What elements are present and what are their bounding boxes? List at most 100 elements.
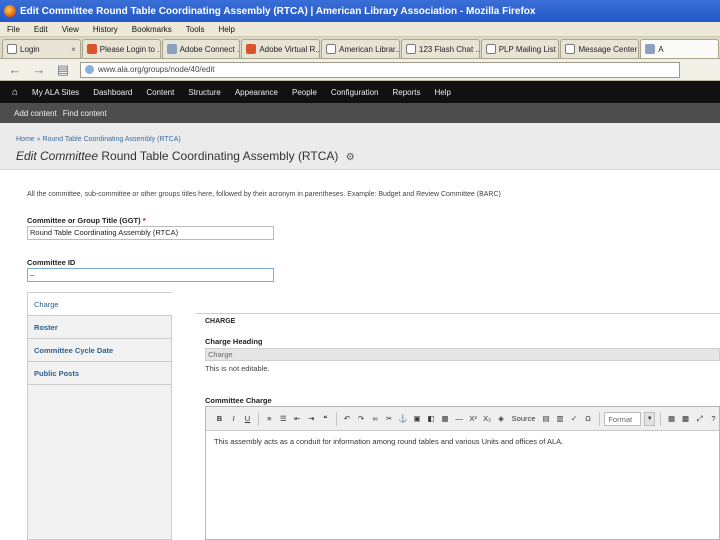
back-arrow-icon[interactable]: ← xyxy=(6,62,24,78)
site-identity-icon[interactable] xyxy=(85,65,94,74)
browser-tab[interactable]: Please Login to ... × xyxy=(81,39,161,58)
show-blocks-icon[interactable]: ▩ xyxy=(680,412,691,425)
flash-icon[interactable]: ◧ xyxy=(426,412,437,425)
table-icon[interactable]: ▦ xyxy=(440,412,451,425)
chevron-down-icon[interactable]: ▼ xyxy=(644,411,656,426)
menu-history[interactable]: History xyxy=(86,25,125,34)
browser-tab[interactable]: Adobe Connect ... × xyxy=(161,39,241,58)
admin-link-dashboard[interactable]: Dashboard xyxy=(93,88,132,97)
editor-content[interactable]: This assembly acts as a conduit for info… xyxy=(206,431,719,452)
menu-help[interactable]: Help xyxy=(211,25,241,34)
browser-tab-label: A xyxy=(658,44,664,54)
toolbar-divider xyxy=(660,411,662,426)
page-icon xyxy=(565,44,576,54)
maximize-icon[interactable]: ⤢ xyxy=(694,412,705,425)
admin-toolbar: ⌂ My ALA Sites Dashboard Content Structu… xyxy=(0,81,720,103)
firefox-logo-icon xyxy=(4,5,16,17)
editor-toolbar: B I U ≡ ☰ ⇤ ⇥ ❝ ↶ ↷ ∞ ✂ ⚓ ▣ ◧ ▦ ― X² X₂ … xyxy=(206,407,719,431)
admin-link-configuration[interactable]: Configuration xyxy=(331,88,379,97)
admin-link-my-ala-sites[interactable]: My ALA Sites xyxy=(32,88,79,97)
browser-tab[interactable]: Message Center ... × xyxy=(560,39,640,58)
bulleted-list-icon[interactable]: ☰ xyxy=(278,412,289,425)
charge-pane-title: CHARGE xyxy=(205,318,236,325)
page-icon xyxy=(7,44,17,54)
shortcut-find-content[interactable]: Find content xyxy=(63,109,107,118)
committee-id-input[interactable]: – xyxy=(27,268,274,282)
forward-arrow-icon[interactable]: → xyxy=(30,62,48,78)
format-select[interactable]: Format xyxy=(604,411,642,426)
committee-charge-label: Committee Charge xyxy=(205,396,272,405)
title-field-label: Committee or Group Title (GGT) * xyxy=(27,216,146,225)
charge-heading-input: Charge xyxy=(205,348,720,361)
italic-button[interactable]: I xyxy=(228,412,239,425)
bold-button[interactable]: B xyxy=(214,412,225,425)
breadcrumb[interactable]: Home » Round Table Coordinating Assembly… xyxy=(16,136,181,143)
menu-view[interactable]: View xyxy=(55,25,86,34)
menu-edit[interactable]: Edit xyxy=(27,25,55,34)
about-icon[interactable]: ? xyxy=(708,412,719,425)
toolbar-divider xyxy=(598,411,600,426)
vertical-tab-charge[interactable]: Charge xyxy=(28,293,172,316)
browser-tab-label: Login xyxy=(20,44,40,54)
undo-icon[interactable]: ↶ xyxy=(342,412,353,425)
page-icon xyxy=(246,44,257,54)
vertical-tab-roster[interactable]: Roster xyxy=(28,316,171,339)
page-title: Edit Committee Round Table Coordinating … xyxy=(16,149,355,163)
browser-tab[interactable]: Login × xyxy=(2,39,81,58)
link-icon[interactable]: ∞ xyxy=(370,412,381,425)
window-title: Edit Committee Round Table Coordinating … xyxy=(20,5,536,17)
print-icon[interactable]: ▤ xyxy=(54,62,72,78)
vertical-tab-public-posts[interactable]: Public Posts xyxy=(28,362,171,385)
source-icon[interactable]: ◈ xyxy=(496,412,507,425)
charge-heading-help: This is not editable. xyxy=(205,364,270,373)
page-title-text: Round Table Coordinating Assembly (RTCA) xyxy=(101,149,339,163)
admin-link-help[interactable]: Help xyxy=(435,88,451,97)
shortcut-add-content[interactable]: Add content xyxy=(14,109,57,118)
page-icon xyxy=(645,44,656,54)
paste-icon[interactable]: ▤ xyxy=(541,412,552,425)
browser-tab[interactable]: 123 Flash Chat ... × xyxy=(400,39,480,58)
horizontal-rule-icon[interactable]: ― xyxy=(454,412,465,425)
navigation-bar: ← → ▤ www.ala.org/groups/node/40/edit xyxy=(0,59,720,81)
spellcheck-icon[interactable]: ✓ xyxy=(569,412,580,425)
form-description: All the committee, sub-committee or othe… xyxy=(27,191,501,198)
menu-tools[interactable]: Tools xyxy=(179,25,212,34)
browser-tab-label: Adobe Connect ... xyxy=(179,44,241,54)
subscript-button[interactable]: X₂ xyxy=(482,412,493,425)
indent-icon[interactable]: ⇥ xyxy=(306,412,317,425)
url-bar[interactable]: www.ala.org/groups/node/40/edit xyxy=(80,61,680,78)
underline-button[interactable]: U xyxy=(242,412,253,425)
browser-tab[interactable]: PLP Mailing List ... × xyxy=(480,39,560,58)
special-char-icon[interactable]: Ω xyxy=(583,412,594,425)
table-icon[interactable]: ▦ xyxy=(666,412,677,425)
source-button[interactable]: Source xyxy=(510,412,538,425)
admin-link-content[interactable]: Content xyxy=(146,88,174,97)
browser-tab[interactable]: Adobe Virtual R... × xyxy=(241,39,321,58)
redo-icon[interactable]: ↷ xyxy=(356,412,367,425)
home-icon[interactable]: ⌂ xyxy=(12,87,18,98)
unlink-icon[interactable]: ✂ xyxy=(384,412,395,425)
browser-tab-active[interactable]: A xyxy=(640,39,720,58)
superscript-button[interactable]: X² xyxy=(468,412,479,425)
blockquote-icon[interactable]: ❝ xyxy=(320,412,331,425)
page-icon xyxy=(326,44,337,54)
outdent-icon[interactable]: ⇤ xyxy=(292,412,303,425)
browser-tab[interactable]: American Librar... × xyxy=(321,39,400,58)
image-icon[interactable]: ▣ xyxy=(412,412,423,425)
committee-title-input[interactable]: Round Table Coordinating Assembly (RTCA) xyxy=(27,226,274,240)
browser-tab-label: American Librar... xyxy=(339,44,400,54)
page-icon xyxy=(485,44,496,54)
paste-word-icon[interactable]: ▥ xyxy=(555,412,566,425)
anchor-icon[interactable]: ⚓ xyxy=(398,412,409,425)
menu-file[interactable]: File xyxy=(0,25,27,34)
admin-link-people[interactable]: People xyxy=(292,88,317,97)
vertical-tab-committee-cycle-date[interactable]: Committee Cycle Date xyxy=(28,339,171,362)
gear-icon[interactable]: ⚙ xyxy=(346,152,355,163)
menu-bookmarks[interactable]: Bookmarks xyxy=(125,25,179,34)
admin-link-reports[interactable]: Reports xyxy=(393,88,421,97)
close-icon[interactable]: × xyxy=(71,45,76,54)
admin-link-appearance[interactable]: Appearance xyxy=(235,88,278,97)
admin-link-structure[interactable]: Structure xyxy=(188,88,220,97)
numbered-list-icon[interactable]: ≡ xyxy=(264,412,275,425)
browser-tab-label: 123 Flash Chat ... xyxy=(418,44,480,54)
